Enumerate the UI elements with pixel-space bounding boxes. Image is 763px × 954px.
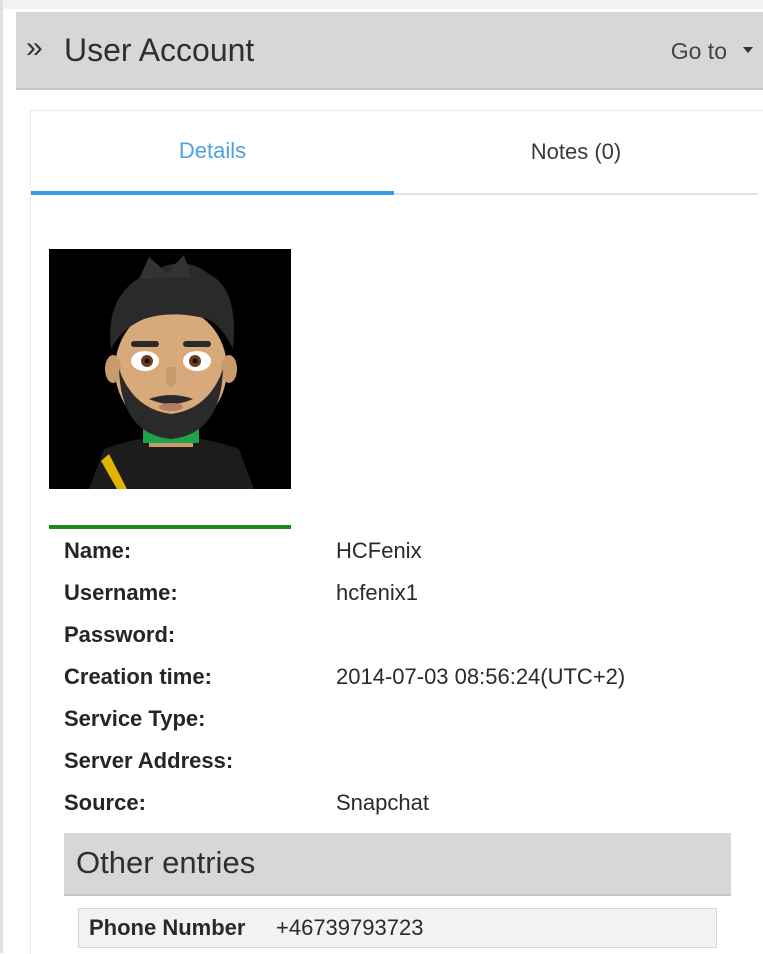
avatar-underline — [49, 525, 291, 529]
field-label-server-address: Server Address: — [64, 748, 234, 773]
field-label-name: Name: — [64, 538, 132, 563]
field-label-service-type: Service Type: — [64, 706, 206, 731]
window-left-edge — [0, 0, 3, 953]
page-title: User Account — [64, 32, 255, 68]
field-value-creation-time: 2014-07-03 08:56:24(UTC+2) — [336, 664, 626, 689]
expand-chevron-icon[interactable]: » — [26, 33, 43, 63]
tab-details[interactable]: Details — [31, 111, 394, 195]
avatar — [49, 249, 291, 489]
field-label-creation-time: Creation time: — [64, 664, 212, 689]
field-label-source: Source: — [64, 790, 146, 815]
tab-bar: Details Notes (0) — [31, 111, 758, 195]
window-top-edge — [0, 0, 763, 9]
details-panel: Details Notes (0) Name: HCFenix Username… — [30, 110, 763, 954]
avatar-illustration — [49, 249, 291, 489]
field-label-username: Username: — [64, 580, 178, 605]
field-value-name: HCFenix — [336, 538, 422, 563]
entry-value: +46739793723 — [276, 915, 424, 940]
caret-down-icon[interactable] — [743, 47, 753, 53]
other-entries-header: Other entries — [64, 833, 731, 896]
page-header: » User Account Go to — [16, 12, 763, 90]
tab-notes[interactable]: Notes (0) — [394, 111, 758, 193]
field-value-username: hcfenix1 — [336, 580, 418, 605]
goto-menu-button[interactable]: Go to — [671, 38, 727, 64]
field-label-password: Password: — [64, 622, 176, 647]
other-entries-title: Other entries — [76, 845, 256, 880]
entry-row-phone-number: Phone Number +46739793723 — [78, 908, 717, 948]
field-value-source: Snapchat — [336, 790, 429, 815]
entry-key: Phone Number — [89, 915, 246, 940]
